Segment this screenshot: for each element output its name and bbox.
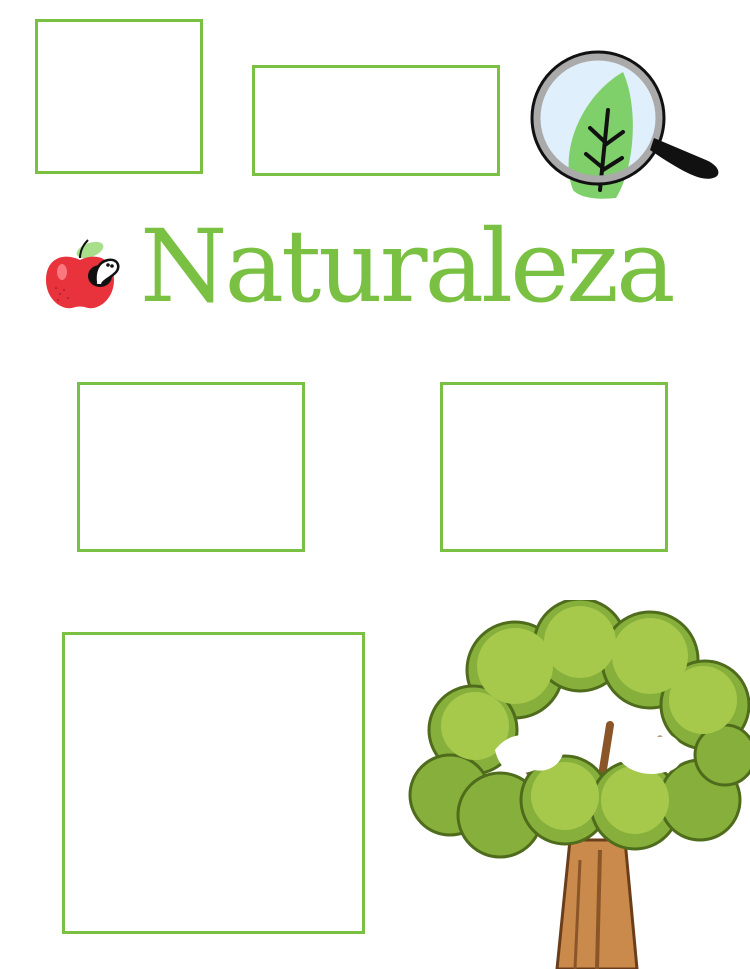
tree-illustration (408, 600, 750, 969)
empty-frame-middle-left (77, 382, 305, 552)
empty-frame-middle-right (440, 382, 668, 552)
page-title: Naturaleza (140, 208, 676, 325)
apple-worm-icon (46, 239, 120, 309)
empty-frame-bottom-left (62, 632, 365, 934)
empty-frame-top-center (252, 65, 500, 176)
empty-frame-top-left (35, 19, 203, 174)
magnifying-glass-leaf-icon (530, 50, 719, 199)
